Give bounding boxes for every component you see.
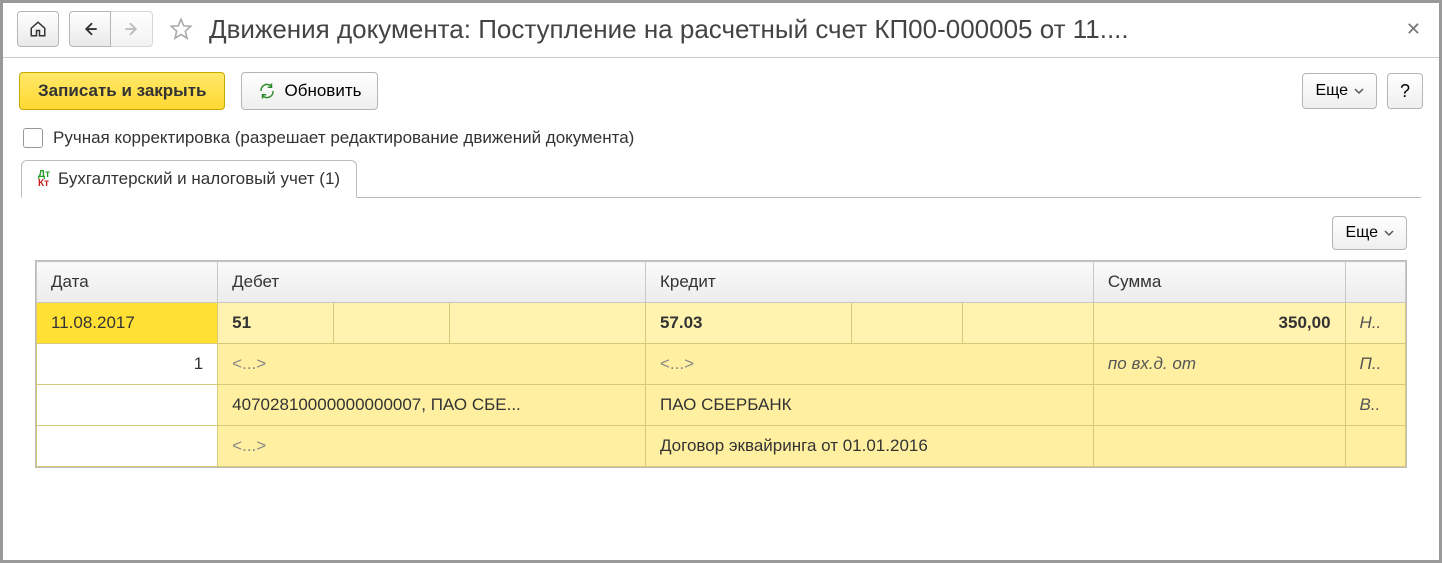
table-row[interactable]: 40702810000000000007, ПАО СБЕ... ПАО СБЕ… (37, 385, 1406, 426)
more-button[interactable]: Еще (1302, 73, 1377, 109)
cell-date: 11.08.2017 (37, 303, 218, 344)
table-row[interactable]: 11.08.2017 51 57.03 350,00 Н.. (37, 303, 1406, 344)
help-button[interactable]: ? (1387, 73, 1423, 109)
refresh-icon (258, 82, 276, 100)
table-row[interactable]: 1 <...> <...> по вх.д. от П.. (37, 344, 1406, 385)
cell-ext: В.. (1345, 385, 1405, 426)
inner-toolbar: Еще (3, 216, 1439, 260)
home-icon (29, 20, 47, 38)
forward-button[interactable] (111, 11, 153, 47)
cell-empty (1345, 426, 1405, 467)
arrow-left-icon (81, 20, 99, 38)
entries-table: Дата Дебет Кредит Сумма 11.08.2017 51 57… (35, 260, 1407, 468)
tab-content: 1S83.info Еще Дата Дебет Кредит (3, 198, 1439, 468)
col-debit[interactable]: Дебет (218, 262, 646, 303)
col-credit[interactable]: Кредит (645, 262, 1093, 303)
home-button[interactable] (17, 11, 59, 47)
cell-credit-sub: <...> (645, 344, 1093, 385)
favorite-button[interactable] (163, 11, 199, 47)
refresh-button[interactable]: Обновить (241, 72, 378, 110)
table-row[interactable]: <...> Договор эквайринга от 01.01.2016 (37, 426, 1406, 467)
toolbar-right: Еще ? (1302, 73, 1423, 109)
nav-group (69, 11, 153, 47)
cell-sum: 350,00 (1093, 303, 1345, 344)
cell-empty (963, 303, 1094, 344)
manual-edit-checkbox[interactable] (23, 128, 43, 148)
cell-empty (37, 385, 218, 426)
close-button[interactable]: ✕ (1402, 19, 1425, 40)
cell-debit-account: 51 (218, 303, 334, 344)
cell-ext: Н.. (1345, 303, 1405, 344)
toolbar: Записать и закрыть Обновить Еще ? (3, 58, 1439, 118)
cell-credit-sub: Договор эквайринга от 01.01.2016 (645, 426, 1093, 467)
manual-edit-row: Ручная корректировка (разрешает редактир… (3, 118, 1439, 160)
col-ext[interactable] (1345, 262, 1405, 303)
cell-debit-sub: 40702810000000000007, ПАО СБЕ... (218, 385, 646, 426)
cell-debit-sub: <...> (218, 344, 646, 385)
refresh-label: Обновить (284, 81, 361, 101)
dtkt-icon: ДтКт (38, 170, 50, 188)
cell-empty (449, 303, 645, 344)
chevron-down-icon (1354, 86, 1364, 96)
back-button[interactable] (69, 11, 111, 47)
topbar: Движения документа: Поступление на расче… (3, 3, 1439, 58)
tab-accounting[interactable]: ДтКт Бухгалтерский и налоговый учет (1) (21, 160, 357, 198)
inner-more-button[interactable]: Еще (1332, 216, 1407, 250)
cell-credit-sub: ПАО СБЕРБАНК (645, 385, 1093, 426)
star-icon (168, 16, 194, 42)
page-title: Движения документа: Поступление на расче… (209, 14, 1392, 45)
save-close-button[interactable]: Записать и закрыть (19, 72, 225, 110)
cell-sum-note: по вх.д. от (1093, 344, 1345, 385)
more-label: Еще (1315, 82, 1348, 100)
chevron-down-icon (1384, 228, 1394, 238)
arrow-right-icon (123, 20, 141, 38)
cell-empty (1093, 426, 1345, 467)
tab-row: ДтКт Бухгалтерский и налоговый учет (1) (3, 160, 1439, 198)
tab-label: Бухгалтерский и налоговый учет (1) (58, 169, 340, 189)
cell-empty (333, 303, 449, 344)
cell-debit-sub: <...> (218, 426, 646, 467)
window: Движения документа: Поступление на расче… (0, 0, 1442, 563)
col-sum[interactable]: Сумма (1093, 262, 1345, 303)
table-header-row: Дата Дебет Кредит Сумма (37, 262, 1406, 303)
cell-row-number: 1 (37, 344, 218, 385)
cell-ext: П.. (1345, 344, 1405, 385)
cell-credit-account: 57.03 (645, 303, 851, 344)
col-date[interactable]: Дата (37, 262, 218, 303)
manual-edit-label: Ручная корректировка (разрешает редактир… (53, 128, 634, 148)
cell-empty (852, 303, 963, 344)
inner-more-label: Еще (1345, 224, 1378, 242)
cell-empty (37, 426, 218, 467)
cell-empty (1093, 385, 1345, 426)
